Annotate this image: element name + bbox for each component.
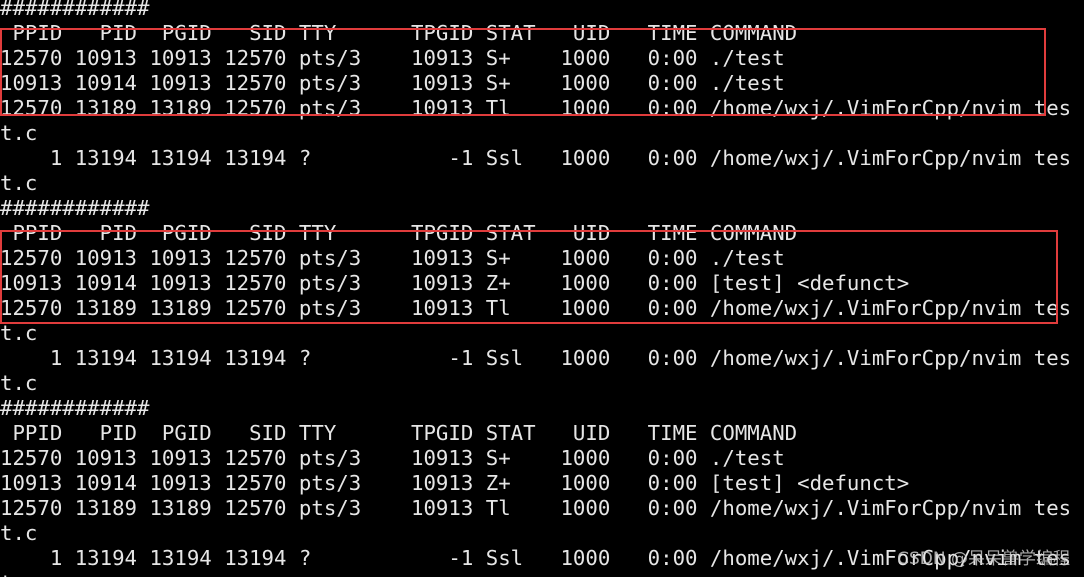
terminal-line: t.c: [0, 521, 38, 545]
terminal-line: 10913 10914 10913 12570 pts/3 10913 Z+ 1…: [0, 271, 910, 295]
terminal-line: t.c: [0, 121, 38, 145]
terminal-line: 12570 13189 13189 12570 pts/3 10913 Tl 1…: [0, 96, 1072, 120]
terminal-line: t.c: [0, 571, 37, 577]
terminal-line: 12570 10913 10913 12570 pts/3 10913 S+ 1…: [0, 446, 785, 470]
terminal-line: ############: [0, 196, 150, 220]
terminal-line: ############: [0, 396, 150, 420]
terminal-line: 12570 10913 10913 12570 pts/3 10913 S+ 1…: [0, 46, 785, 70]
terminal-window[interactable]: ############ PPID PID PGID SID TTY TPGID…: [0, 0, 1084, 577]
csdn-watermark: CSDN @呆呆兽学编程: [897, 549, 1070, 569]
terminal-line: 12570 13189 13189 12570 pts/3 10913 Tl 1…: [0, 296, 1072, 320]
terminal-line: PPID PID PGID SID TTY TPGID STAT UID TIM…: [0, 21, 798, 45]
terminal-line: 12570 13189 13189 12570 pts/3 10913 Tl 1…: [0, 496, 1072, 520]
terminal-line: t.c: [0, 371, 38, 395]
terminal-line: 1 13194 13194 13194 ? -1 Ssl 1000 0:00 /…: [0, 346, 1072, 370]
terminal-line: 1 13194 13194 13194 ? -1 Ssl 1000 0:00 /…: [0, 146, 1072, 170]
terminal-line: t.c: [0, 171, 38, 195]
terminal-line: 10913 10914 10913 12570 pts/3 10913 S+ 1…: [0, 71, 785, 95]
terminal-line: ############: [0, 0, 150, 20]
terminal-line: t.c: [0, 321, 38, 345]
terminal-line: PPID PID PGID SID TTY TPGID STAT UID TIM…: [0, 221, 798, 245]
terminal-line: 10913 10914 10913 12570 pts/3 10913 Z+ 1…: [0, 471, 910, 495]
terminal-line: PPID PID PGID SID TTY TPGID STAT UID TIM…: [0, 421, 798, 445]
terminal-line: 12570 10913 10913 12570 pts/3 10913 S+ 1…: [0, 246, 785, 270]
